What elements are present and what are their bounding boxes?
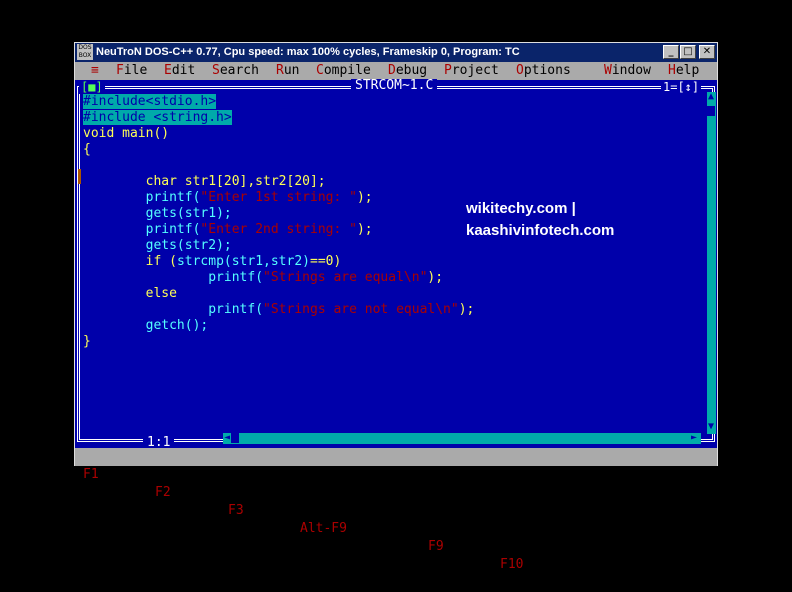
menu-search[interactable]: Search [212,62,259,80]
code-line-4: { [83,142,91,157]
watermark-line-2: kaashivinfotech.com [466,222,615,239]
status-f9-make[interactable]: F9 Make [428,538,483,556]
scroll-up-arrow-icon[interactable]: ▲ [708,92,714,102]
code-area[interactable]: #include<stdio.h> #include <string.h> vo… [83,94,474,350]
menu-window[interactable]: Window [604,62,651,80]
code-line-11-end: ); [427,270,444,285]
code-line-10-end: ==0) [310,254,342,269]
status-bar: F1 Help F2 Save F3 Open Alt-F9 Compile F… [75,448,717,572]
code-line-10-fn: strcmp(str1,str2) [176,254,310,269]
code-line-6-fn: printf( [145,190,201,205]
code-line-8-fn: printf( [145,222,201,237]
editor-filename: STRCOM~1.C [351,79,438,93]
code-line-13-str: "Strings are not equal\n" [263,302,459,317]
status-altf9-compile[interactable]: Alt-F9 Compile [300,520,410,538]
watermark-line-1: wikitechy.com | [466,200,576,217]
system-menu-icon[interactable]: ≡ [91,62,99,80]
dosbox-app-icon[interactable]: DOS BOX [77,44,93,60]
code-line-8-end: ); [356,222,373,237]
code-line-7: gets(str1); [145,206,232,221]
code-line-2: #include <string.h> [83,110,232,125]
close-box[interactable]: [■] [79,80,105,94]
title-bar[interactable]: DOS BOX NeuTroN DOS-C++ 0.77, Cpu speed:… [75,43,717,62]
maximize-button[interactable]: □ [680,45,696,59]
status-f1-help[interactable]: F1 Help [83,466,138,484]
code-line-3: void main() [83,126,170,141]
editor-window[interactable]: [■] STRCOM~1.C 1=[↕] #include<stdio.h> #… [75,79,717,450]
code-line-6-str: "Enter 1st string: " [200,190,357,205]
window-number-zoom[interactable]: 1=[↕] [661,80,702,94]
status-f2-save[interactable]: F2 Save [155,484,210,502]
code-line-8-str: "Enter 2nd string: " [200,222,357,237]
minimize-button[interactable]: _ [663,45,679,59]
scroll-right-arrow-icon[interactable]: ► [691,433,697,443]
code-line-13-end: ); [458,302,475,317]
code-line-11-fn: printf( [208,270,264,285]
vertical-scroll-thumb[interactable] [707,106,715,116]
menu-run[interactable]: Run [276,62,299,80]
code-line-14: getch(); [145,318,209,333]
code-line-10-if: if ( [145,254,177,269]
horizontal-scrollbar[interactable]: ◄ ► [223,433,701,444]
code-line-13-fn: printf( [208,302,264,317]
menu-help[interactable]: Help [668,62,699,80]
menu-project[interactable]: Project [444,62,499,80]
code-line-5: char str1[20],str2[20]; [83,174,326,189]
status-f10-menu[interactable]: F10 Menu [500,556,563,574]
code-line-6-end: ); [356,190,373,205]
scroll-left-arrow-icon[interactable]: ◄ [224,433,230,443]
code-line-15: } [83,334,91,349]
dosbox-window: DOS BOX NeuTroN DOS-C++ 0.77, Cpu speed:… [74,42,718,572]
status-f3-open[interactable]: F3 Open [228,502,283,520]
text-cursor [78,169,81,184]
vertical-scrollbar[interactable]: ▲ ▼ [707,92,716,434]
scroll-down-arrow-icon[interactable]: ▼ [708,422,714,432]
close-button[interactable]: ✕ [699,45,715,59]
code-line-12: else [145,286,177,301]
code-line-9: gets(str2); [145,238,232,253]
menu-options[interactable]: Options [516,62,571,80]
menu-file[interactable]: File [116,62,147,80]
horizontal-scroll-thumb[interactable] [231,433,239,443]
code-line-11-str: "Strings are equal\n" [263,270,428,285]
code-line-1: #include<stdio.h> [83,94,217,109]
window-title: NeuTroN DOS-C++ 0.77, Cpu speed: max 100… [96,46,520,58]
menu-edit[interactable]: Edit [164,62,195,80]
